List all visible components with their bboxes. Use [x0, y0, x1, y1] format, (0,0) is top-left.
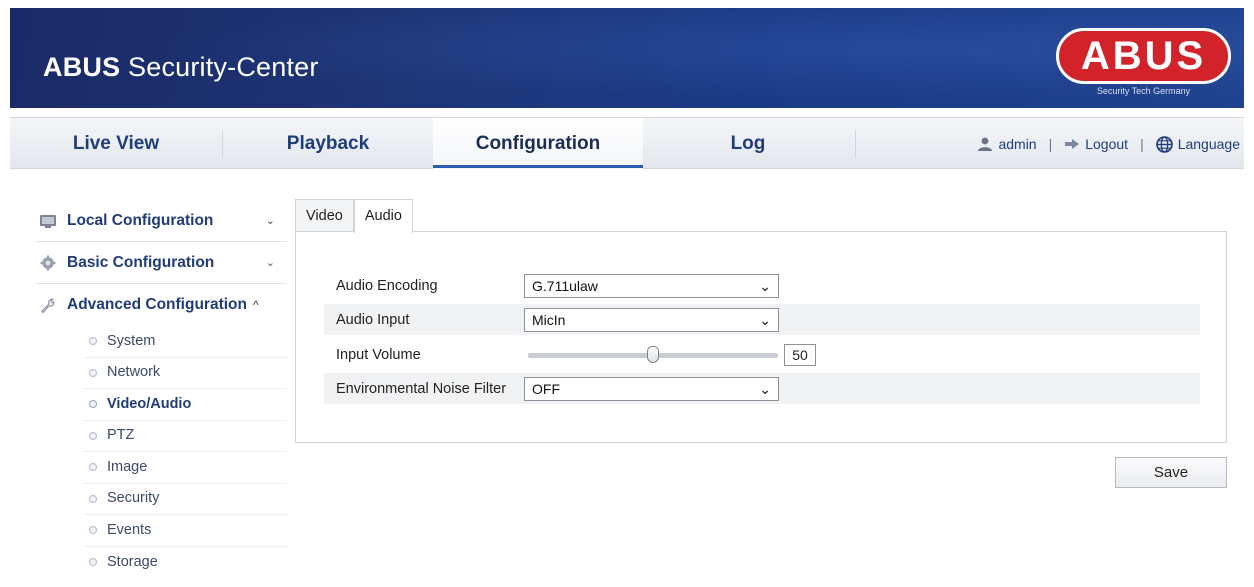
bullet-icon: [89, 494, 97, 503]
sidebar-item-label: Advanced Configuration: [67, 296, 247, 313]
logout-icon: [1065, 139, 1080, 149]
sidebar-item-label: Basic Configuration: [67, 253, 215, 271]
logout-label: Logout: [1085, 136, 1129, 152]
username: admin: [998, 136, 1037, 152]
tab-video[interactable]: Video: [295, 199, 354, 232]
chevron-down-icon: ⌄: [265, 257, 275, 269]
logo-text: ABUS: [1080, 34, 1207, 78]
user-link[interactable]: admin: [977, 136, 1037, 152]
bullet-icon: [89, 526, 97, 535]
noise-filter-label: Environmental Noise Filter: [336, 380, 507, 397]
select-value: MicIn: [532, 311, 566, 328]
language-label: Language: [1177, 136, 1240, 152]
bullet-icon: [89, 368, 97, 377]
select-value: OFF: [532, 380, 560, 397]
input-volume-row: Input Volume 50: [324, 339, 1200, 370]
sidebar-item-advanced-configuration[interactable]: Advanced Configuration ^: [35, 284, 287, 326]
audio-input-select[interactable]: MicIn ⌄: [524, 307, 779, 332]
header-banner: ABUS Security-Center ABUS Security Tech …: [10, 8, 1244, 108]
audio-settings-panel: Audio Encoding G.711ulaw ⌄ Audio Input M…: [295, 231, 1227, 443]
bullet-icon: [89, 431, 97, 440]
subitem-label: Image: [107, 458, 148, 475]
input-volume-label: Input Volume: [336, 346, 421, 363]
select-value: G.711ulaw: [532, 277, 598, 294]
language-link[interactable]: Language: [1155, 135, 1240, 153]
sidebar-subitem-image[interactable]: Image: [83, 452, 287, 484]
nav-tab-configuration[interactable]: Configuration: [433, 118, 643, 169]
bullet-icon: [89, 337, 97, 346]
gear-icon: [40, 254, 56, 271]
slider-thumb[interactable]: [647, 345, 659, 363]
content-tabs: Video Audio: [295, 199, 413, 233]
subitem-label: System: [107, 332, 156, 349]
sidebar-item-basic-configuration[interactable]: Basic Configuration ⌄: [35, 242, 287, 284]
sidebar-subitem-security[interactable]: Security: [83, 484, 287, 515]
sidebar-subitem-network[interactable]: Network: [83, 358, 287, 389]
input-volume-slider[interactable]: [524, 343, 782, 367]
sidebar-subitem-system[interactable]: System: [83, 326, 287, 358]
sidebar-subitem-storage[interactable]: Storage: [83, 547, 287, 579]
subitem-label: Network: [107, 364, 161, 380]
audio-encoding-row: Audio Encoding G.711ulaw ⌄: [324, 270, 1200, 301]
sidebar-item-local-configuration[interactable]: Local Configuration ⌄: [35, 200, 287, 242]
input-volume-value[interactable]: 50: [784, 343, 816, 366]
subitem-label: Events: [107, 521, 152, 538]
save-button[interactable]: Save: [1115, 457, 1227, 488]
nav-user-area: admin | Logout | Language: [977, 118, 1240, 170]
nav-tab-live-view[interactable]: Live View: [10, 118, 222, 169]
app-title: ABUS Security-Center: [43, 52, 319, 83]
bullet-icon: [89, 558, 97, 567]
subitem-label: Video/Audio: [107, 395, 192, 412]
tab-audio[interactable]: Audio: [353, 199, 413, 233]
app-title-rest: Security-Center: [120, 52, 319, 82]
chevron-down-icon: ⌄: [265, 215, 275, 227]
advanced-submenu: System Network Video/Audio PTZ Image Sec…: [83, 326, 287, 578]
chevron-up-icon: ^: [252, 298, 259, 312]
noise-filter-select[interactable]: OFF ⌄: [524, 376, 779, 401]
subitem-label: Security: [107, 490, 160, 506]
bullet-icon: [89, 400, 97, 409]
chevron-down-icon: ⌄: [759, 311, 771, 328]
nav-tab-playback[interactable]: Playback: [223, 118, 433, 169]
sidebar-subitem-ptz[interactable]: PTZ: [83, 421, 287, 452]
separator: |: [1140, 136, 1144, 152]
nav-tab-log[interactable]: Log: [643, 118, 853, 169]
audio-encoding-select[interactable]: G.711ulaw ⌄: [524, 273, 779, 298]
bullet-icon: [89, 463, 97, 472]
chevron-down-icon: ⌄: [759, 380, 771, 397]
audio-encoding-label: Audio Encoding: [336, 277, 438, 294]
user-icon: [978, 137, 993, 151]
noise-filter-row: Environmental Noise Filter OFF ⌄: [324, 373, 1200, 404]
config-sidebar: Local Configuration ⌄ Basic Configuratio…: [35, 200, 287, 578]
logo-tagline: Security Tech Germany: [1096, 86, 1191, 96]
logo-oval: ABUS: [1056, 28, 1231, 84]
app-title-brand: ABUS: [43, 52, 121, 82]
globe-icon: [1155, 135, 1173, 153]
chevron-down-icon: ⌄: [759, 277, 771, 294]
audio-input-label: Audio Input: [336, 311, 410, 328]
separator: |: [1048, 136, 1053, 152]
nav-divider: [855, 130, 856, 158]
sidebar-subitem-video-audio[interactable]: Video/Audio: [83, 389, 287, 421]
monitor-icon: [40, 214, 56, 228]
wrench-icon: [40, 298, 55, 313]
audio-input-row: Audio Input MicIn ⌄: [324, 304, 1200, 335]
main-nav: Live View Playback Configuration Log adm…: [10, 117, 1244, 169]
sidebar-subitem-events[interactable]: Events: [83, 515, 287, 547]
logout-link[interactable]: Logout: [1064, 136, 1128, 152]
sidebar-item-label: Local Configuration: [67, 211, 214, 229]
subitem-label: Storage: [107, 553, 158, 570]
subitem-label: PTZ: [107, 427, 135, 443]
abus-logo: ABUS Security Tech Germany: [1056, 28, 1231, 98]
